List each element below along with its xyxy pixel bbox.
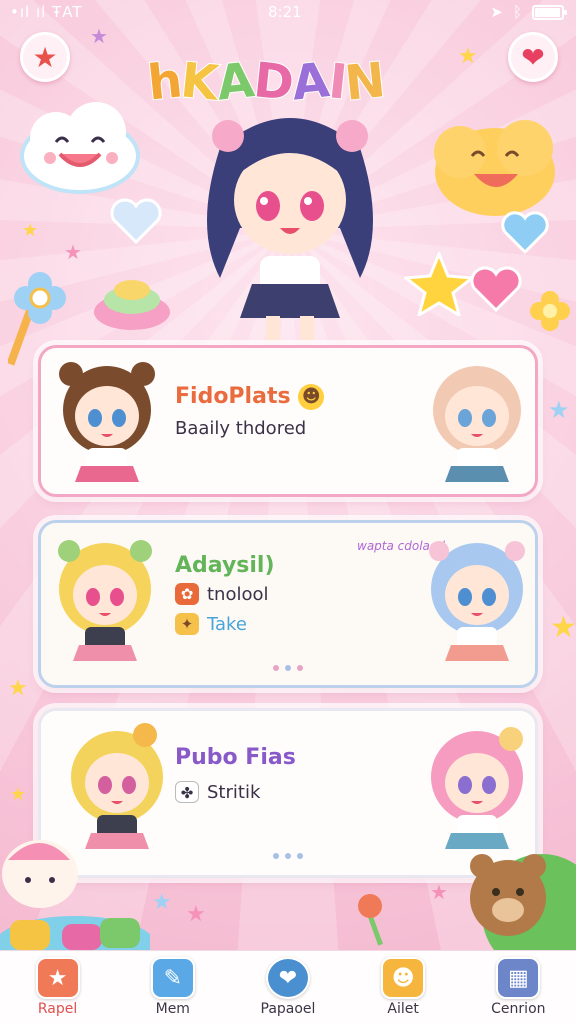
star-icon [404, 252, 474, 316]
fireball-icon: ☻ [381, 957, 426, 999]
sparkle-star-icon: ★ [10, 784, 27, 805]
nav-label: Cenrion [491, 1001, 546, 1017]
app-screen: •ıl ıl ŦAT 8:21 ➤ ᛒ ★ ❤ ★ ★ ★ ★ ★ ★ ★ ★ … [0, 0, 576, 1024]
bluetooth-icon: ᛒ [512, 3, 522, 21]
card-title: FidoPlats ☻ [175, 384, 325, 410]
location-icon: ➤ [490, 3, 503, 21]
nav-label: Mem [155, 1001, 190, 1017]
flower-icon [530, 291, 570, 331]
card-line-text: Baaily thdored [175, 418, 307, 439]
pagination-dots[interactable] [273, 665, 303, 671]
nav-item-rapel[interactable]: ★ Rapel [8, 951, 108, 1024]
logo-letter: N [342, 51, 389, 113]
card-title: Pubo Fias [175, 745, 296, 770]
status-icons: ➤ ᛒ [490, 3, 567, 21]
nav-label: Papaoel [260, 1001, 316, 1017]
character-avatar-image [71, 723, 163, 849]
sparkle-star-icon: ★ [22, 220, 39, 241]
nav-label: Ailet [387, 1001, 419, 1017]
heart-icon [110, 198, 162, 245]
sparkle-star-icon: ★ [186, 902, 206, 927]
bottom-navigation: ★ Rapel ✎ Mem ❤ Papaoel ☻ Ailet ▦ Cenrion [0, 950, 576, 1024]
flower-wand-icon [358, 894, 383, 946]
calendar-icon: ▦ [496, 957, 541, 999]
card-line-text: Stritik [207, 781, 261, 803]
mascot-character-image [207, 118, 373, 340]
sparkle-star-icon: ★ [152, 890, 172, 915]
battery-icon [532, 4, 567, 20]
heart-bubble-icon [501, 211, 549, 255]
character-avatar-image [58, 540, 152, 661]
pagination-dot[interactable] [297, 665, 303, 671]
character-avatar-image [59, 362, 155, 482]
logo-letter: D [250, 51, 296, 113]
nav-label: Rapel [37, 1001, 78, 1017]
clock: 8:21 [268, 3, 302, 21]
card-line: ✦ Take [175, 613, 247, 635]
nav-item-ailet[interactable]: ☻ Ailet [353, 951, 453, 1024]
sparkle-star-icon: ★ [550, 610, 576, 645]
character-avatar-image [429, 541, 525, 661]
card-title: Adaysil) [175, 553, 275, 578]
happy-sun-cloud-icon [434, 120, 555, 216]
chat-bubble-icon: ✎ [150, 957, 195, 999]
messages-button[interactable]: ❤ [508, 32, 558, 82]
signal-indicator: •ıl ıl ŦAT [10, 3, 83, 21]
home-star-icon: ★ [35, 957, 80, 999]
pagination-dot[interactable] [285, 665, 291, 671]
character-card-adaysil[interactable]: wapta cdolaod Adaysil) ✿ tnolool ✦ Take [38, 520, 538, 688]
cupcake-swirl-icon [94, 280, 170, 330]
pagination-dot[interactable] [273, 853, 279, 859]
bear-paw-icon: ✤ [175, 781, 199, 803]
pagination-dot[interactable] [297, 853, 303, 859]
pagination-dot[interactable] [285, 853, 291, 859]
character-avatar-image [433, 366, 521, 482]
logo-letter: A [214, 51, 258, 112]
favorites-button[interactable]: ★ [20, 32, 70, 82]
smiling-cloud-icon [20, 102, 140, 194]
heart-bubble-icon: ❤ [521, 40, 545, 74]
card-subtitle: Baaily thdored [175, 418, 306, 439]
sparkle-star-icon: ★ [430, 880, 448, 904]
sparkle-star-icon: ★ [90, 24, 108, 48]
card-line-text: Take [207, 613, 247, 635]
sparkle-star-icon: ★ [458, 44, 478, 69]
nav-item-papaoel[interactable]: ❤ Papaoel [238, 951, 338, 1024]
nav-item-mem[interactable]: ✎ Mem [123, 951, 223, 1024]
character-avatar-image [431, 727, 523, 849]
pagination-dots[interactable] [273, 853, 303, 859]
character-card-fidoplats[interactable]: FidoPlats ☻ Baaily thdored [38, 345, 538, 497]
heart-icon [470, 266, 522, 313]
card-title-text: FidoPlats [175, 384, 291, 409]
nav-item-cenrion[interactable]: ▦ Cenrion [468, 951, 568, 1024]
card-line-text: tnolool [207, 583, 269, 605]
sparkle-star-icon: ★ [548, 396, 570, 424]
card-line: ✿ tnolool [175, 583, 269, 605]
smiley-emoji-icon: ☻ [298, 384, 325, 410]
sparkle-star-icon: ★ [64, 240, 82, 264]
card-line: ✤ Stritik [175, 781, 260, 803]
sparkle-icon: ✦ [175, 613, 199, 635]
compass-heart-icon: ❤ [265, 957, 310, 999]
star-icon: ★ [32, 40, 58, 74]
ghost-icon: ✿ [175, 583, 199, 605]
status-bar: •ıl ıl ŦAT 8:21 ➤ ᛒ [0, 0, 576, 26]
logo-letter: A [289, 51, 333, 112]
app-logo: hKADAIN [144, 51, 448, 113]
battery-level [535, 7, 561, 17]
sparkle-star-icon: ★ [8, 676, 28, 701]
pagination-dot[interactable] [273, 665, 279, 671]
character-card-pubo-fias[interactable]: Pubo Fias ✤ Stritik [38, 708, 538, 878]
